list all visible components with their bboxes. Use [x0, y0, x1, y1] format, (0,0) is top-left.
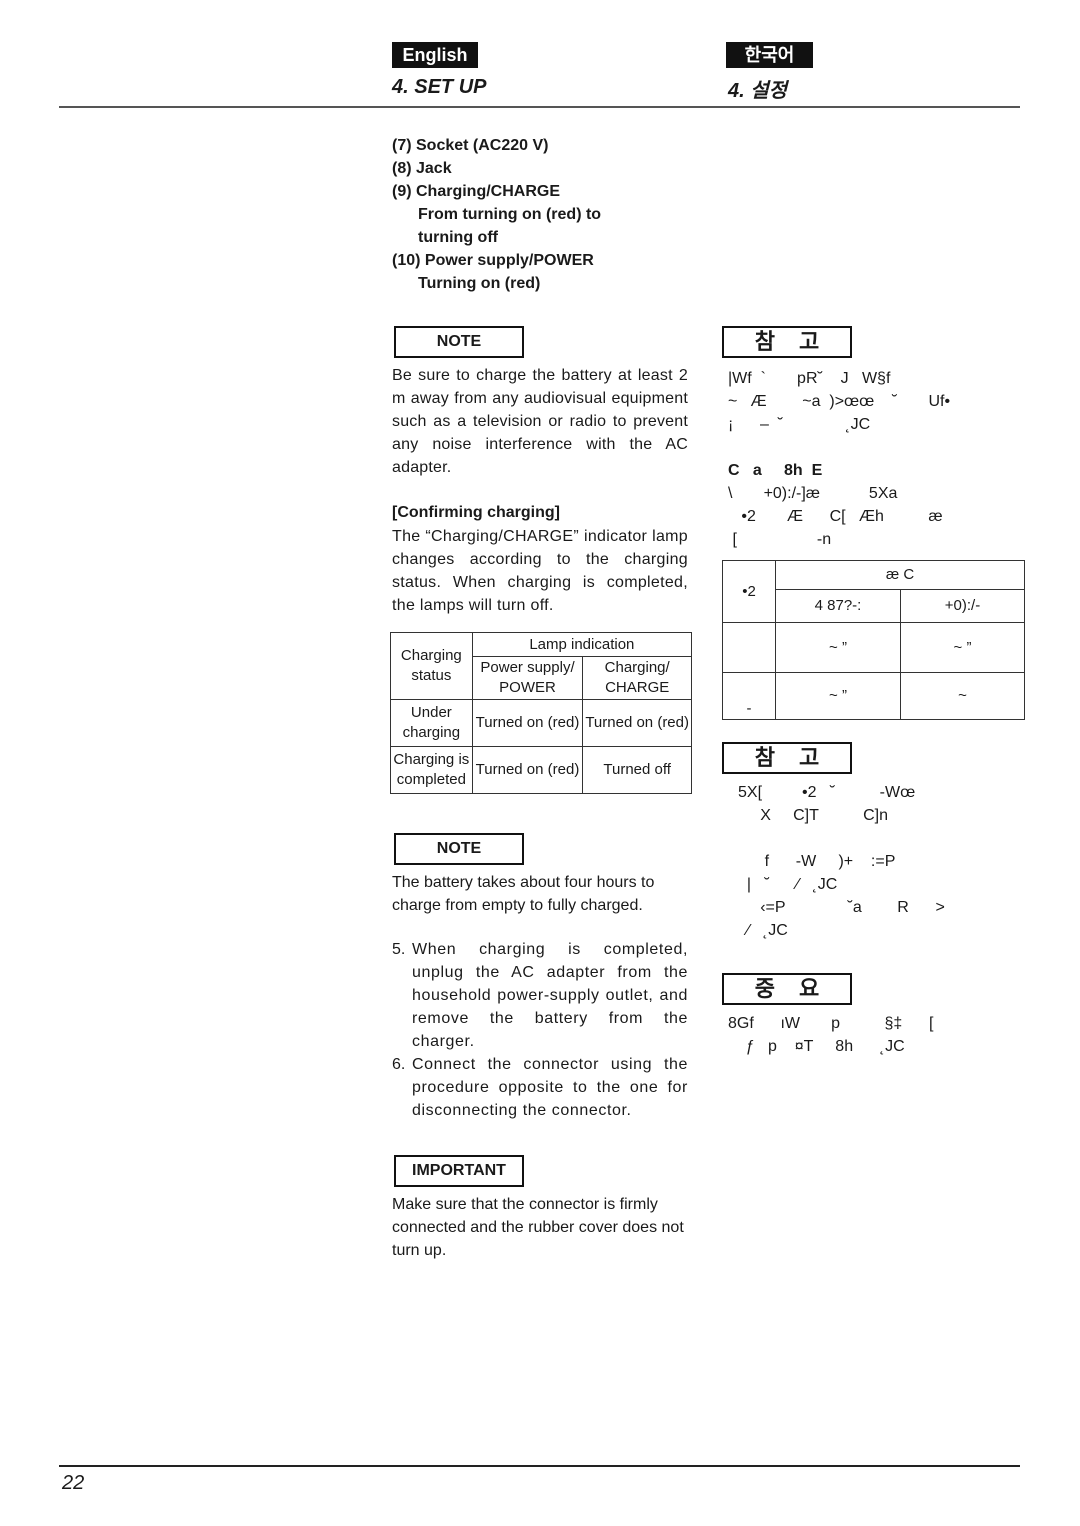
- confirming-charging-text: The “Charging/CHARGE” indicator lamp cha…: [392, 528, 688, 614]
- header-lamp-indication: æ C: [775, 560, 1025, 590]
- section-title-korean: 4. 설정: [728, 80, 788, 102]
- table-row: ~ ” ~ ”: [722, 622, 1025, 673]
- important-text: Make sure that the connector is firmly c…: [392, 1196, 684, 1259]
- page-number: 22: [62, 1472, 85, 1494]
- header-lamp-indication: Lamp indication: [471, 632, 693, 657]
- list-item-text: Turning on (red): [418, 275, 541, 292]
- step-text: When charging is completed, unplug the A…: [412, 941, 688, 1050]
- list-item-text: From turning on (red) to: [418, 206, 602, 223]
- power-cell: Turned on (red): [471, 746, 584, 794]
- section-title-english: 4. SET UP: [392, 76, 487, 98]
- list-item-text: Socket (AC220 V): [416, 137, 549, 154]
- confirming-charging-heading-korean: C a 8h E: [728, 462, 823, 479]
- steps-list: 5. When charging is completed, unplug the…: [392, 938, 688, 1122]
- lamp-indication-table: Charging status Lamp indication Power su…: [390, 632, 693, 794]
- header-power-supply: 4 87?-:: [775, 589, 901, 623]
- note-label: NOTE: [394, 833, 524, 865]
- charge-cell: ~ ”: [900, 622, 1025, 673]
- list-item-number: (9): [392, 183, 416, 200]
- status-cell: [722, 622, 776, 673]
- table-row: - ~ ” ~: [722, 672, 1025, 720]
- power-cell: ~ ”: [775, 622, 901, 673]
- note-label: NOTE: [394, 326, 524, 358]
- header-power-supply: Power supply/ POWER: [471, 656, 584, 700]
- important-text-korean: 8Gf ıW p §‡ [ ƒ p ¤T 8h ˛JC: [728, 1015, 934, 1055]
- important-label-korean: 중요: [722, 973, 852, 1005]
- header-charging-charge: Charging/ CHARGE: [582, 656, 692, 700]
- status-cell: -: [722, 672, 776, 720]
- step-item: 5. When charging is completed, unplug the…: [392, 938, 688, 1053]
- step-number: 5.: [392, 941, 406, 958]
- confirming-charging-text-korean: \ +0):/-]æ 5Xa •2 Æ C[ Æh æ [ -n: [728, 485, 943, 548]
- confirming-charging-heading: [Confirming charging]: [392, 504, 560, 521]
- parts-list: (7) Socket (AC220 V) (8) Jack (9) Charging…: [392, 134, 712, 295]
- list-item-number: (10): [392, 252, 425, 269]
- list-item-text: turning off: [418, 229, 498, 246]
- table-row: Under charging Turned on (red) Turned on…: [390, 699, 692, 747]
- header-charging-status: •2: [722, 560, 776, 623]
- list-item: (9) Charging/CHARGE: [392, 180, 712, 203]
- note-text: The battery takes about four hours to ch…: [392, 874, 655, 914]
- list-item-text: Jack: [416, 160, 452, 177]
- note-label-korean: 참고: [722, 326, 852, 358]
- list-item-text: Charging/CHARGE: [416, 183, 560, 200]
- power-cell: Turned on (red): [471, 699, 584, 747]
- step-text: Connect the connector using the procedur…: [412, 1056, 688, 1119]
- list-item-number: (7): [392, 137, 416, 154]
- charge-cell: ~: [900, 672, 1025, 720]
- language-tab-english: English: [392, 42, 478, 68]
- note-text: Be sure to charge the battery at least 2…: [392, 367, 688, 476]
- step-item: 6. Connect the connector using the proced…: [392, 1053, 688, 1122]
- note-text-korean: |Wf ` pR˘ J W§f ~ Æ ~a )>œœ ˘ Uf• ¡ – ˘ …: [728, 370, 951, 433]
- table-row: Charging is completed Turned on (red) Tu…: [390, 746, 692, 794]
- charge-cell: Turned on (red): [582, 699, 692, 747]
- list-item-number: (8): [392, 160, 416, 177]
- power-cell: ~ ”: [775, 672, 901, 720]
- footer-divider: [59, 1465, 1020, 1467]
- important-label: IMPORTANT: [394, 1155, 524, 1187]
- note-text-korean: 5X[ •2 ˘ -Wœ X C]T C]n f -W )+ :=P | ˘ ⁄…: [738, 784, 945, 939]
- header-charging-status: Charging status: [390, 632, 473, 700]
- list-item: turning off: [392, 226, 712, 249]
- step-number: 6.: [392, 1056, 406, 1073]
- header-charging-charge: +0):/-: [900, 589, 1025, 623]
- list-item: (10) Power supply/POWER: [392, 249, 712, 272]
- charge-cell: Turned off: [582, 746, 692, 794]
- list-item: (8) Jack: [392, 157, 712, 180]
- lamp-indication-table-korean: •2 æ C 4 87?-: +0):/- ~ ” ~ ” - ~ ” ~: [722, 560, 1025, 720]
- language-tab-korean: 한국어: [726, 42, 813, 68]
- status-cell: Charging is completed: [390, 746, 473, 794]
- list-item: Turning on (red): [392, 272, 712, 295]
- list-item-text: Power supply/POWER: [424, 252, 594, 269]
- list-item: From turning on (red) to: [392, 203, 712, 226]
- list-item: (7) Socket (AC220 V): [392, 134, 712, 157]
- note-label-korean: 참고: [722, 742, 852, 774]
- header-divider: [59, 106, 1020, 108]
- status-cell: Under charging: [390, 699, 473, 747]
